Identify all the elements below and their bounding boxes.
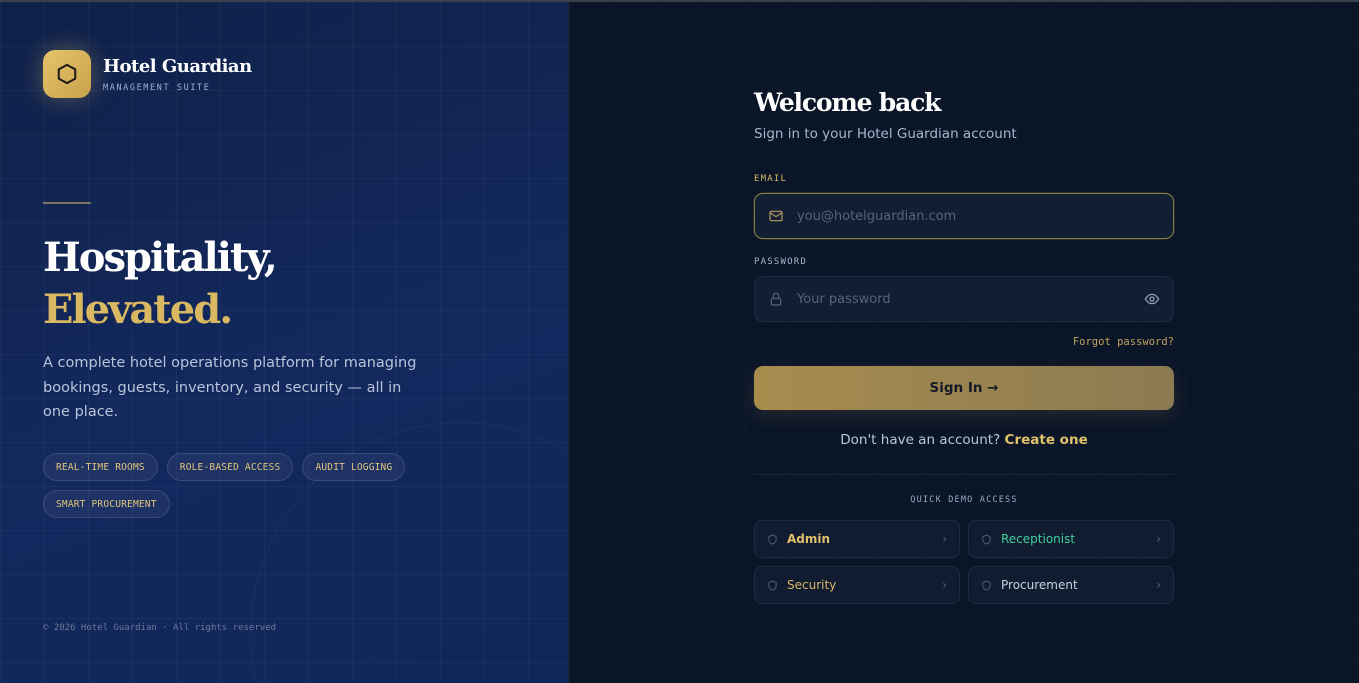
feature-chip: REAL-TIME ROOMS xyxy=(43,453,158,481)
copyright: © 2026 Hotel Guardian · All rights reser… xyxy=(43,623,276,633)
lock-icon xyxy=(755,276,797,322)
demo-receptionist-button[interactable]: Receptionist › xyxy=(968,520,1174,558)
login-title: Welcome back xyxy=(754,88,941,117)
gold-divider xyxy=(43,202,91,204)
email-field xyxy=(754,193,1174,239)
feature-chip: AUDIT LOGGING xyxy=(302,453,406,481)
brand-panel: Hotel Guardian MANAGEMENT SUITE Hospital… xyxy=(0,2,568,683)
demo-role-label: Security xyxy=(787,578,837,592)
feature-chip: SMART PROCUREMENT xyxy=(43,490,170,518)
login-panel: Welcome back Sign in to your Hotel Guard… xyxy=(568,2,1359,683)
password-label: PASSWORD xyxy=(754,257,807,267)
mail-icon xyxy=(755,193,797,239)
login-subtitle: Sign in to your Hotel Guardian account xyxy=(754,126,1017,142)
logo-badge xyxy=(43,50,91,98)
sign-in-button[interactable]: Sign In → xyxy=(754,366,1174,410)
register-prompt: Don't have an account? Create one xyxy=(754,432,1174,448)
chevron-right-icon: › xyxy=(942,532,947,546)
demo-security-button[interactable]: Security › xyxy=(754,566,960,604)
brand-name: Hotel Guardian xyxy=(103,55,252,77)
email-input[interactable] xyxy=(797,194,1173,238)
shield-icon xyxy=(767,533,787,545)
hero-heading-line1: Hospitality, xyxy=(43,234,278,281)
eye-icon[interactable] xyxy=(1131,276,1173,322)
shield-icon xyxy=(767,579,787,591)
demo-role-label: Procurement xyxy=(1001,578,1078,592)
quick-demo-title: QUICK DEMO ACCESS xyxy=(910,495,1018,505)
email-label: EMAIL xyxy=(754,174,788,184)
demo-procurement-button[interactable]: Procurement › xyxy=(968,566,1174,604)
chevron-right-icon: › xyxy=(1156,532,1161,546)
password-input[interactable] xyxy=(797,277,1131,321)
forgot-password-link[interactable]: Forgot password? xyxy=(1073,336,1174,348)
hexagon-icon xyxy=(57,63,77,85)
login-form: Welcome back Sign in to your Hotel Guard… xyxy=(754,2,1174,683)
shield-icon xyxy=(981,579,1001,591)
demo-role-label: Receptionist xyxy=(1001,532,1076,546)
brand-subtitle: MANAGEMENT SUITE xyxy=(103,82,211,93)
hero-heading-line2: Elevated. xyxy=(43,286,233,333)
feature-chip: ROLE-BASED ACCESS xyxy=(166,453,294,481)
brand-text: Hotel Guardian MANAGEMENT SUITE xyxy=(103,56,252,93)
no-account-text: Don't have an account? xyxy=(840,432,1001,448)
feature-chips: REAL-TIME ROOMS ROLE-BASED ACCESS AUDIT … xyxy=(43,453,443,518)
demo-role-label: Admin xyxy=(787,532,831,546)
password-field xyxy=(754,276,1174,322)
section-divider xyxy=(754,474,1174,475)
chevron-right-icon: › xyxy=(1156,578,1161,592)
shield-icon xyxy=(981,533,1001,545)
brand: Hotel Guardian MANAGEMENT SUITE xyxy=(43,50,252,98)
demo-admin-button[interactable]: Admin › xyxy=(754,520,960,558)
create-account-link[interactable]: Create one xyxy=(1005,432,1088,448)
hero-description: A complete hotel operations platform for… xyxy=(43,355,417,420)
chevron-right-icon: › xyxy=(942,578,947,592)
